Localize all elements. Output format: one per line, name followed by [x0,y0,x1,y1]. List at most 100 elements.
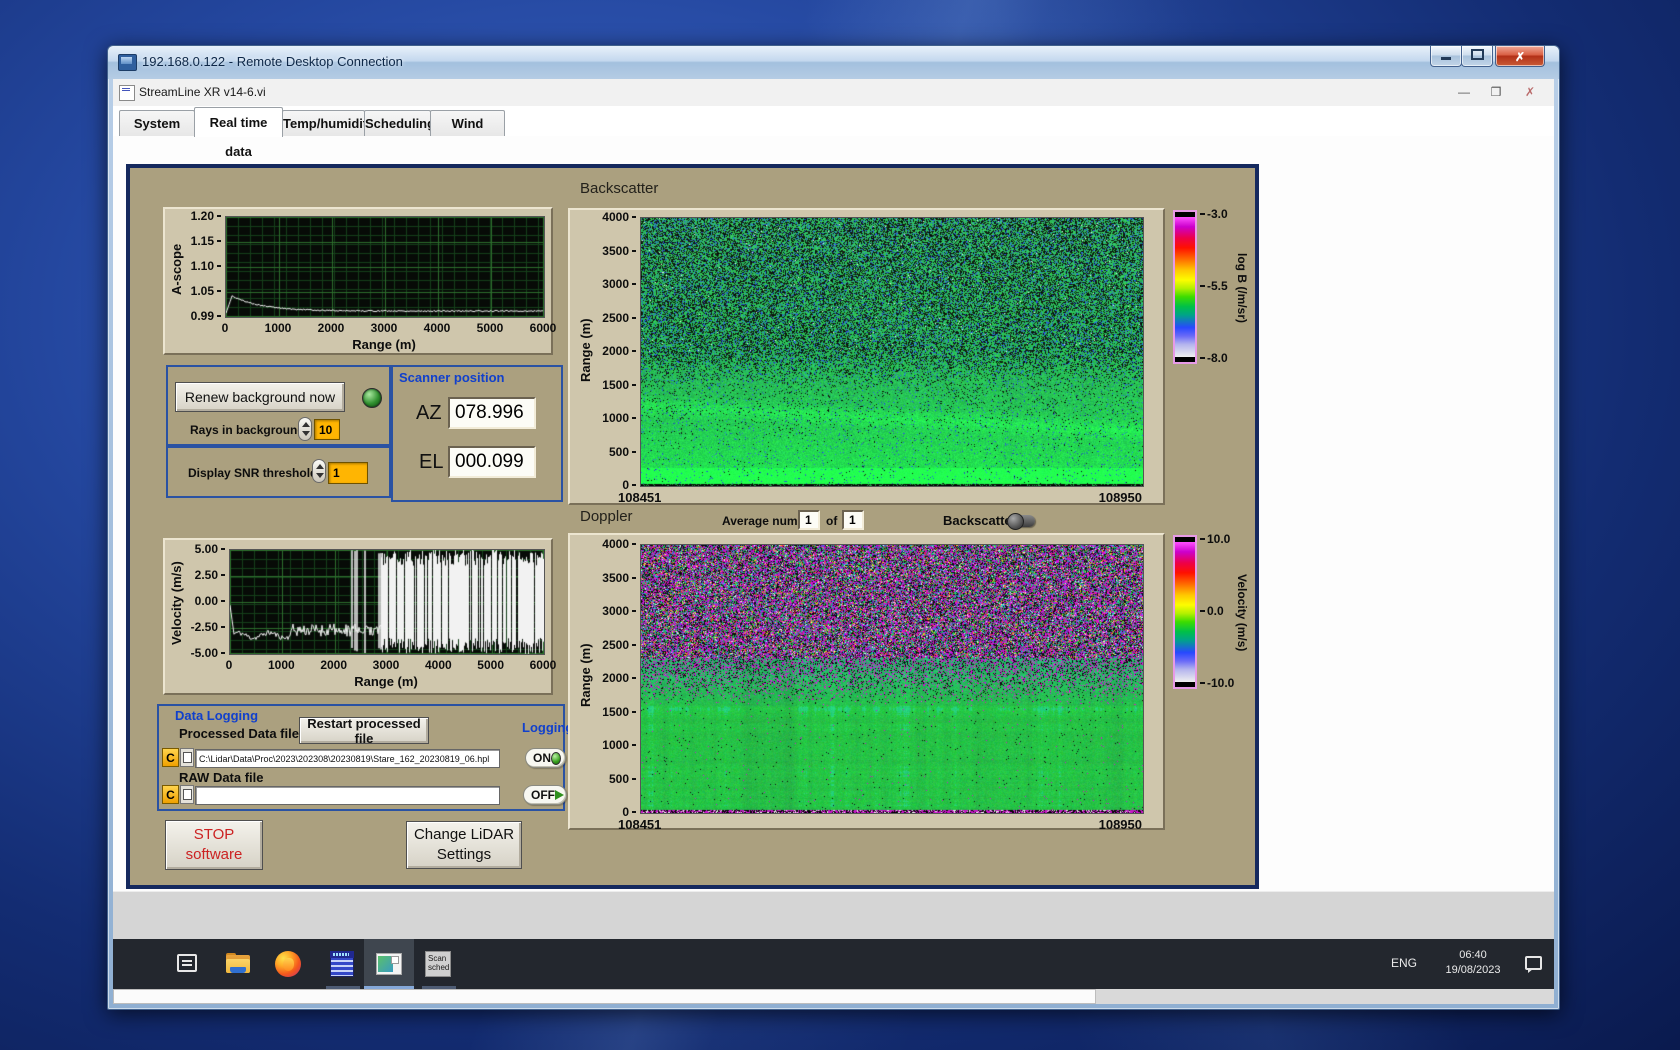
scan-icon-text1: Scan [428,954,447,963]
notification-center-icon[interactable] [1525,956,1542,973]
labview-app-icon[interactable] [375,950,403,978]
doppler-colorbar [1173,535,1197,689]
backscatter-toggle-label: Backscatter [943,513,1017,528]
average-number-field[interactable]: 1 [798,510,820,530]
snr-spinner[interactable] [312,459,326,483]
backscatter-heatmap [640,217,1144,487]
doppler-graph-frame: Range (m) 4000 3500 3000 2500 2000 1500 1000 50… [568,533,1165,832]
velocity-y-ticks: 5.00 2.50 0.00 -2.50 -5.00 [190,542,218,660]
tab-real-time-data[interactable]: Real time data [194,107,283,159]
backscatter-x-end: 108950 [1098,490,1142,505]
doppler-section-title: Doppler [580,508,633,525]
stop-software-button[interactable]: STOP software [165,820,263,870]
renew-background-button[interactable]: Renew background now [175,382,345,412]
snr-value-field[interactable]: 1 [328,462,368,484]
on-led [551,751,561,765]
raw-drive-box[interactable]: C [162,785,179,804]
doppler-colorbar-label: Velocity (m/s) [1235,574,1249,652]
backscatter-colorbar-ticks: -3.0 -5.5 -8.0 [1207,207,1228,365]
vi-titlebar[interactable]: StreamLine XR v14-6.vi — ❒ ✗ [113,79,1554,107]
processed-data-file-label: Processed Data file [179,726,299,741]
data-logging-title: Data Logging [175,708,259,723]
velocity-plot [229,549,545,655]
background-control-box: Renew background now Rays in background … [166,365,391,446]
labview-vi-icon [119,85,135,101]
file-explorer-icon[interactable] [224,950,252,978]
doppler-heatmap [640,544,1144,814]
clock[interactable]: 06:40 19/08/2023 [1433,948,1513,978]
ascope-plot [225,216,545,318]
velocity-x-ticks: 0 1000 2000 3000 4000 5000 6000 [225,658,557,672]
backscatter-section-title: Backscatter [580,180,659,197]
language-indicator[interactable]: ENG [1391,956,1417,970]
task-view-icon[interactable] [174,950,202,978]
backscatter-colorbar [1173,210,1197,364]
tab-system-setup[interactable]: System setup [119,110,195,156]
logging-label: Logging [522,720,574,735]
firefox-icon[interactable] [274,950,302,978]
tray-time: 06:40 [1459,949,1487,961]
doppler-colorbar-ticks: 10.0 0.0 -10.0 [1207,532,1235,690]
scan-icon-text2: sched [428,962,450,972]
restart-processed-file-button[interactable]: Restart processed file [299,716,429,746]
velocity-graph-frame: Velocity (m/s) 5.00 2.50 0.00 -2.50 -5.00 01… [163,538,557,695]
average-count-field[interactable]: 1 [842,510,864,530]
raw-path-field[interactable] [195,786,500,805]
notes-app-icon[interactable] [328,950,356,978]
el-label: EL [419,451,444,473]
raw-logging-toggle-off[interactable]: OFF [523,785,567,805]
scrollbar-thumb[interactable] [113,989,1096,1004]
el-value[interactable]: 000.099 [448,446,536,478]
backscatter-x-start: 108451 [618,490,662,505]
doppler-x-end: 108950 [1098,817,1142,832]
vi-window-title: StreamLine XR v14-6.vi [139,85,266,99]
backscatter-display-toggle[interactable] [1007,513,1035,530]
doppler-y-ticks: 4000 3500 3000 2500 2000 1500 1000 500 0 [602,537,629,819]
snr-threshold-box: Display SNR threshold 1 [166,446,391,498]
backscatter-graph-frame: Range (m) 4000 3500 3000 2500 2000 1500 1000 50… [568,208,1165,505]
processed-path-field[interactable]: C:\Lidar\Data\Proc\2023\202308\20230819\… [195,749,500,768]
processed-drive-box[interactable]: C [162,748,179,767]
remote-session: StreamLine XR v14-6.vi — ❒ ✗ System setu… [113,79,1554,1004]
of-label: of [826,514,838,528]
az-value[interactable]: 078.996 [448,397,536,429]
scanner-position-title: Scanner position [399,370,505,385]
horizontal-scrollbar[interactable] [113,989,1554,1004]
raw-browse-icon[interactable] [180,785,194,804]
backscatter-colorbar-label: log B (/m/sr) [1235,252,1249,323]
taskbar: Scan sched ENG 06:40 19/08/2023 [113,939,1554,989]
ascope-y-ticks: 1.20 1.15 1.10 1.05 0.99 [190,209,214,323]
rays-value-field[interactable]: 10 [314,419,340,440]
data-logging-box: Data Logging Processed Data file Restart… [157,704,573,811]
change-line1: Change LiDAR [413,825,515,843]
processed-logging-toggle-on[interactable]: ON [525,748,566,768]
change-lidar-settings-button[interactable]: Change LiDAR Settings [406,821,522,869]
tab-temp-humidity[interactable]: Temp/humidity [282,110,374,136]
ascope-x-axis-label: Range (m) [352,337,416,352]
velocity-x-axis-label: Range (m) [354,674,418,689]
vi-restore-button[interactable]: ❒ [1482,83,1510,102]
processed-browse-icon[interactable] [180,748,194,767]
tab-strip: System setup Real time data Temp/humidit… [113,106,1554,159]
scan-scheduler-icon[interactable]: Scan sched [424,950,452,978]
ascope-graph-frame: A-scope 1.20 1.15 1.10 1.05 0.99 0 1000 2000 30… [163,207,557,355]
on-label: ON [533,751,551,765]
backscatter-y-ticks: 4000 3500 3000 2500 2000 1500 1000 500 0 [602,210,629,492]
close-button[interactable]: ✗ [1495,46,1545,67]
doppler-x-start: 108451 [618,817,662,832]
rays-spinner[interactable] [298,417,312,441]
change-line2: Settings [436,846,492,863]
vi-close-button[interactable]: ✗ [1516,83,1544,102]
tab-wind-profile[interactable]: Wind profile [430,110,505,156]
snr-threshold-label: Display SNR threshold [188,466,318,480]
rays-in-background-label: Rays in background [190,423,305,437]
raw-data-file-label: RAW Data file [179,770,264,785]
vi-minimize-button[interactable]: — [1450,83,1478,102]
tab-scheduling[interactable]: Scheduling [364,110,435,136]
rdp-titlebar[interactable]: 192.168.0.122 - Remote Desktop Connectio… [108,46,1559,79]
ascope-x-ticks: 0 1000 2000 3000 4000 5000 6000 [221,321,557,335]
maximize-button[interactable] [1461,46,1493,67]
stop-line1: STOP [193,825,235,843]
minimize-button[interactable] [1430,46,1462,67]
backscatter-y-axis-label: Range (m) [578,318,593,382]
